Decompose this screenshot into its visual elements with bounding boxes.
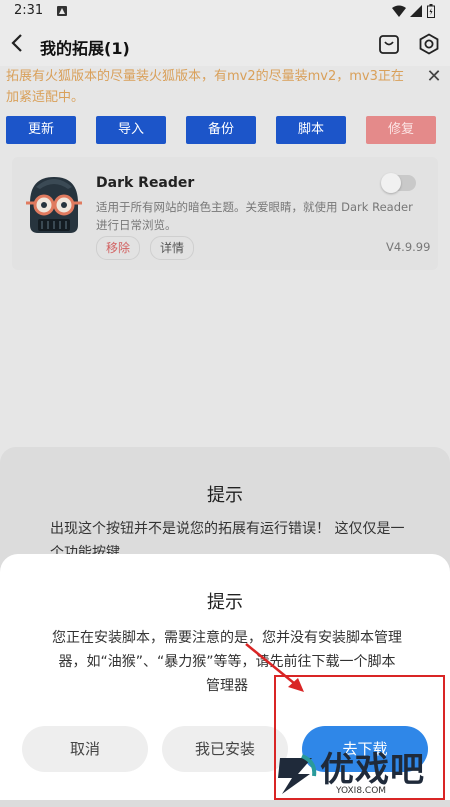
repair-button[interactable]: 修复 [366, 116, 436, 144]
dark-reader-logo-icon [24, 173, 84, 237]
extension-card: Dark Reader 适用于所有网站的暗色主题。关爱眼睛，就使用 Dark R… [12, 157, 438, 270]
notification-icon [56, 5, 68, 20]
status-bar: 2:31 [0, 0, 450, 24]
repair-dialog-title: 提示 [207, 485, 243, 506]
wifi-icon [392, 5, 406, 20]
extension-name: Dark Reader [96, 175, 195, 191]
signal-icon [410, 5, 422, 20]
arrow-annotation-icon [245, 643, 304, 692]
back-button[interactable] [10, 32, 30, 56]
gear-icon [419, 33, 439, 55]
page-title: 我的拓展(1) [40, 39, 130, 58]
app-header: 我的拓展(1) [0, 24, 450, 66]
update-button[interactable]: 更新 [6, 116, 76, 144]
toggle-knob [381, 173, 401, 193]
script-button[interactable]: 脚本 [276, 116, 346, 144]
settings-button[interactable] [418, 33, 440, 55]
shopping-bag-icon [379, 35, 399, 54]
cancel-button[interactable]: 取消 [22, 726, 148, 772]
watermark-logo-icon [278, 754, 317, 794]
status-time: 2:31 [14, 3, 44, 18]
battery-icon [427, 4, 435, 21]
store-button[interactable] [378, 33, 400, 55]
chevron-left-icon [11, 34, 22, 52]
extension-description: 适用于所有网站的暗色主题。关爱眼睛，就使用 Dark Reader 进行日常浏览… [96, 200, 413, 232]
close-icon: ✕ [426, 66, 442, 87]
watermark-url: YOXI8.COM [336, 786, 387, 796]
remove-button[interactable]: 移除 [96, 236, 140, 260]
extension-version: V4.9.99 [386, 240, 431, 254]
watermark-text: 优戏吧 [320, 750, 425, 790]
dialog-title: 提示 [207, 592, 243, 613]
notice-close-button[interactable]: ✕ [424, 66, 444, 87]
backup-button[interactable]: 备份 [186, 116, 256, 144]
extension-enable-toggle[interactable] [381, 173, 416, 193]
compat-notice-text: 拓展有火狐版本的尽量装火狐版本，有mv2的尽量装mv2，mv3正在加紧适配中。 [6, 69, 404, 105]
details-button[interactable]: 详情 [150, 236, 194, 260]
import-button[interactable]: 导入 [96, 116, 166, 144]
